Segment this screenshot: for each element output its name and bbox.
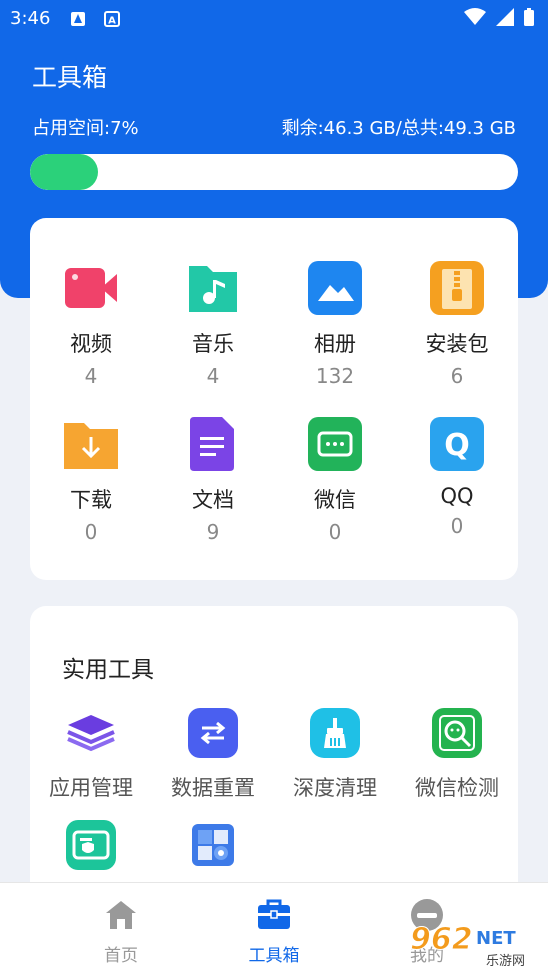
category-count: 132 (315, 364, 355, 388)
file-categories-card: 视频 4 音乐 4 相册 132 安装包 6 下载 0 文档 9 微信 0 Q … (30, 218, 518, 580)
storage-progress-bar (30, 154, 518, 190)
category-download[interactable]: 下载 0 (30, 416, 152, 544)
watermark-sub: 乐游网 (486, 954, 526, 969)
photo-album-icon (307, 260, 363, 316)
music-icon (185, 260, 241, 316)
document-icon (185, 416, 241, 472)
tool-wechat-check[interactable]: 微信检测 (396, 708, 518, 802)
category-count: 0 (84, 520, 98, 544)
wifi-icon (464, 8, 486, 25)
category-package[interactable]: 安装包 6 (396, 260, 518, 388)
category-label: 下载 (70, 488, 112, 512)
category-label: 安装包 (425, 332, 489, 356)
category-music[interactable]: 音乐 4 (152, 260, 274, 388)
video-icon (63, 260, 119, 316)
swap-icon (188, 708, 238, 758)
watermark-net: NET (476, 928, 516, 949)
category-document[interactable]: 文档 9 (152, 416, 274, 544)
page-title: 工具箱 (32, 63, 108, 92)
nav-toolbox[interactable]: 工具箱 (219, 895, 329, 966)
category-label: QQ (440, 484, 474, 508)
home-icon (101, 895, 141, 935)
status-time: 3:46 (10, 8, 51, 29)
tool-label: 数据重置 (171, 776, 255, 800)
nav-label: 首页 (104, 946, 138, 966)
category-video[interactable]: 视频 4 (30, 260, 152, 388)
download-folder-icon (63, 416, 119, 472)
signal-icon (496, 8, 514, 26)
tool-label: 微信检测 (415, 776, 499, 800)
utilities-card: 实用工具 应用管理 数据重置 深度清理 微信检测 (30, 606, 518, 906)
category-label: 微信 (314, 488, 356, 512)
category-label: 文档 (192, 488, 234, 512)
nav-home[interactable]: 首页 (66, 895, 176, 966)
category-count: 4 (206, 364, 220, 388)
layers-icon (66, 708, 116, 758)
tool-card-protect[interactable] (30, 820, 152, 884)
wechat-scan-icon (432, 708, 482, 758)
category-label: 视频 (70, 332, 112, 356)
site-watermark: 962 NET 乐游网 (410, 922, 542, 970)
tool-deep-clean[interactable]: 深度清理 (274, 708, 396, 802)
category-count: 9 (206, 520, 220, 544)
category-count: 6 (450, 364, 464, 388)
cube-gear-icon (188, 820, 238, 870)
category-count: 0 (450, 514, 464, 538)
category-count: 4 (84, 364, 98, 388)
qq-icon: Q (429, 416, 485, 472)
category-qq[interactable]: Q QQ 0 (396, 416, 518, 538)
section-title: 实用工具 (62, 657, 154, 683)
storage-progress-fill (30, 154, 98, 190)
notification-a-icon: A (104, 11, 120, 27)
package-icon (429, 260, 485, 316)
category-count: 0 (328, 520, 342, 544)
storage-usage-label: 占用空间:7% (32, 118, 139, 139)
tool-data-reset[interactable]: 数据重置 (152, 708, 274, 802)
category-wechat[interactable]: 微信 0 (274, 416, 396, 544)
tool-cube[interactable] (152, 820, 274, 884)
category-label: 音乐 (192, 332, 234, 356)
svg-text:Q: Q (444, 428, 470, 463)
tool-label: 应用管理 (49, 776, 133, 800)
category-album[interactable]: 相册 132 (274, 260, 396, 388)
broom-icon (310, 708, 360, 758)
svg-text:A: A (108, 16, 116, 27)
nav-label: 工具箱 (248, 946, 300, 966)
toolbox-icon (254, 895, 294, 935)
tool-label: 深度清理 (293, 776, 377, 800)
tool-app-management[interactable]: 应用管理 (30, 708, 152, 802)
battery-icon (524, 8, 534, 26)
card-shield-icon (66, 820, 116, 870)
storage-remaining-label: 剩余:46.3 GB/总共:49.3 GB (281, 118, 516, 139)
notification-app-icon (71, 12, 85, 26)
wechat-icon (307, 416, 363, 472)
category-label: 相册 (314, 332, 356, 356)
status-bar: 3:46 A (0, 0, 548, 38)
watermark-brand: 962 (410, 922, 474, 958)
